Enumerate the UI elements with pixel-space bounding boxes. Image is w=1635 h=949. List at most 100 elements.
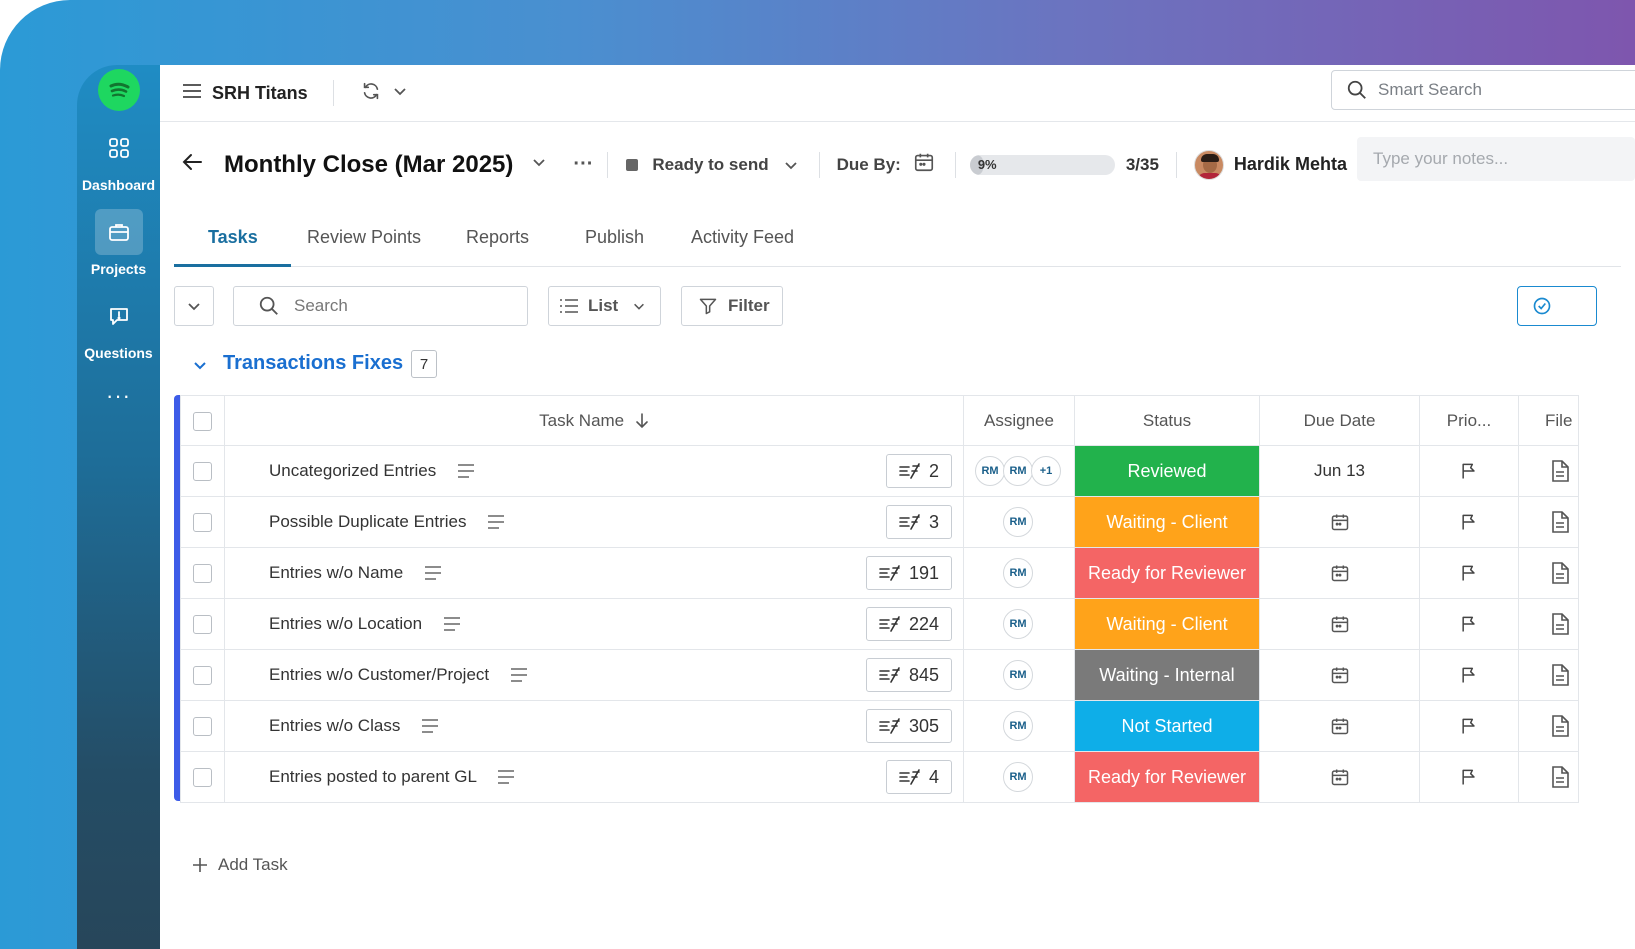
- assignee-cell[interactable]: RM: [963, 649, 1075, 701]
- assignee-avatar[interactable]: RM: [1003, 609, 1033, 639]
- description-lines-icon[interactable]: [457, 464, 475, 478]
- task-name[interactable]: Uncategorized Entries: [269, 461, 475, 481]
- task-name-cell[interactable]: Entries w/o Name 191: [224, 547, 964, 599]
- priority-cell[interactable]: [1419, 649, 1519, 701]
- assignee-avatar[interactable]: RM: [1003, 711, 1033, 741]
- status-cell[interactable]: Waiting - Client: [1074, 496, 1260, 548]
- task-search-input[interactable]: Search: [233, 286, 528, 326]
- description-lines-icon[interactable]: [421, 719, 439, 733]
- notes-input[interactable]: [1357, 137, 1635, 181]
- priority-cell[interactable]: [1419, 547, 1519, 599]
- priority-cell[interactable]: [1419, 700, 1519, 752]
- assignee-cell[interactable]: RM: [963, 598, 1075, 650]
- due-date-header[interactable]: Due Date: [1259, 395, 1420, 446]
- table-row[interactable]: Uncategorized Entries 2 RM RM +1 Reviewed …: [180, 445, 1579, 497]
- task-name[interactable]: Possible Duplicate Entries: [269, 512, 505, 532]
- due-date-cell[interactable]: [1259, 547, 1420, 599]
- description-lines-icon[interactable]: [497, 770, 515, 784]
- row-checkbox[interactable]: [193, 462, 212, 481]
- view-selector[interactable]: List: [548, 286, 661, 326]
- task-name[interactable]: Entries posted to parent GL: [269, 767, 515, 787]
- chevron-down-icon[interactable]: [531, 154, 547, 175]
- tab-publish[interactable]: Publish: [585, 227, 644, 266]
- more-options-icon[interactable]: ···: [573, 153, 593, 176]
- assignee-avatar[interactable]: RM: [975, 456, 1005, 486]
- table-row[interactable]: Entries w/o Customer/Project 845 RM Wait…: [180, 649, 1579, 701]
- workspace-name[interactable]: SRH Titans: [212, 83, 308, 104]
- subtask-count-button[interactable]: 845: [866, 658, 953, 692]
- tab-review-points[interactable]: Review Points: [307, 227, 421, 266]
- subtask-count-button[interactable]: 224: [866, 607, 953, 641]
- assignee-cell[interactable]: RM RM +1: [963, 445, 1075, 497]
- row-checkbox[interactable]: [193, 666, 212, 685]
- description-lines-icon[interactable]: [424, 566, 442, 580]
- assignee-avatar[interactable]: RM: [1003, 660, 1033, 690]
- subtask-count-button[interactable]: 4: [886, 760, 953, 794]
- files-cell[interactable]: [1518, 547, 1579, 599]
- assignee-cell[interactable]: RM: [963, 700, 1075, 752]
- task-name[interactable]: Entries w/o Name: [269, 563, 442, 583]
- collapse-toggle-button[interactable]: [174, 286, 214, 326]
- tab-tasks[interactable]: Tasks: [208, 227, 258, 266]
- due-date-cell[interactable]: [1259, 751, 1420, 803]
- status-header[interactable]: Status: [1074, 395, 1260, 446]
- row-checkbox[interactable]: [193, 513, 212, 532]
- assignee-cell[interactable]: RM: [963, 547, 1075, 599]
- task-name-header[interactable]: Task Name: [224, 395, 964, 446]
- due-date-cell[interactable]: [1259, 496, 1420, 548]
- row-checkbox[interactable]: [193, 615, 212, 634]
- sidebar-item-projects[interactable]: Projects: [91, 209, 146, 277]
- status-cell[interactable]: Waiting - Internal: [1074, 649, 1260, 701]
- due-date-cell[interactable]: [1259, 700, 1420, 752]
- sidebar-item-questions[interactable]: Questions: [84, 293, 153, 361]
- subtask-count-button[interactable]: 305: [866, 709, 953, 743]
- priority-cell[interactable]: [1419, 496, 1519, 548]
- table-row[interactable]: Entries w/o Location 224 RM Waiting - Cl…: [180, 598, 1579, 650]
- task-name-cell[interactable]: Entries w/o Class 305: [224, 700, 964, 752]
- user-name[interactable]: Hardik Mehta: [1234, 154, 1347, 175]
- table-row[interactable]: Possible Duplicate Entries 3 RM Waiting …: [180, 496, 1579, 548]
- tab-reports[interactable]: Reports: [466, 227, 529, 266]
- status-action-button[interactable]: [1517, 286, 1597, 326]
- files-cell[interactable]: [1518, 496, 1579, 548]
- task-name[interactable]: Entries w/o Location: [269, 614, 461, 634]
- description-lines-icon[interactable]: [443, 617, 461, 631]
- hamburger-menu-icon[interactable]: [182, 83, 202, 104]
- chevron-down-icon[interactable]: [392, 83, 408, 104]
- task-name-cell[interactable]: Possible Duplicate Entries 3: [224, 496, 964, 548]
- assignee-cell[interactable]: RM: [963, 751, 1075, 803]
- description-lines-icon[interactable]: [510, 668, 528, 682]
- row-checkbox[interactable]: [193, 564, 212, 583]
- priority-cell[interactable]: [1419, 598, 1519, 650]
- task-name-cell[interactable]: Entries w/o Customer/Project 845: [224, 649, 964, 701]
- priority-header[interactable]: Prio...: [1419, 395, 1519, 446]
- files-header[interactable]: File: [1518, 395, 1579, 446]
- files-cell[interactable]: [1518, 445, 1579, 497]
- add-task-button[interactable]: Add Task: [192, 855, 288, 875]
- status-cell[interactable]: Waiting - Client: [1074, 598, 1260, 650]
- subtask-count-button[interactable]: 2: [886, 454, 953, 488]
- spotify-logo-icon[interactable]: [97, 69, 140, 111]
- more-icon[interactable]: ···: [106, 383, 131, 409]
- subtask-count-button[interactable]: 191: [866, 556, 953, 590]
- tab-activity-feed[interactable]: Activity Feed: [691, 227, 794, 266]
- back-arrow-icon[interactable]: [182, 153, 202, 176]
- row-checkbox[interactable]: [193, 768, 212, 787]
- task-name-cell[interactable]: Entries w/o Location 224: [224, 598, 964, 650]
- sidebar-item-dashboard[interactable]: Dashboard: [82, 125, 155, 193]
- calendar-icon[interactable]: [913, 151, 935, 178]
- priority-cell[interactable]: [1419, 751, 1519, 803]
- priority-cell[interactable]: [1419, 445, 1519, 497]
- assignee-avatar[interactable]: RM: [1003, 558, 1033, 588]
- files-cell[interactable]: [1518, 751, 1579, 803]
- smart-search-input[interactable]: Smart Search: [1331, 70, 1635, 110]
- task-name[interactable]: Entries w/o Class: [269, 716, 439, 736]
- subtask-count-button[interactable]: 3: [886, 505, 953, 539]
- due-date-cell[interactable]: [1259, 649, 1420, 701]
- description-lines-icon[interactable]: [487, 515, 505, 529]
- due-date-cell[interactable]: Jun 13: [1259, 445, 1420, 497]
- table-row[interactable]: Entries w/o Class 305 RM Not Started: [180, 700, 1579, 752]
- refresh-icon[interactable]: [360, 80, 382, 107]
- table-row[interactable]: Entries posted to parent GL 4 RM Ready f…: [180, 751, 1579, 803]
- task-name-cell[interactable]: Uncategorized Entries 2: [224, 445, 964, 497]
